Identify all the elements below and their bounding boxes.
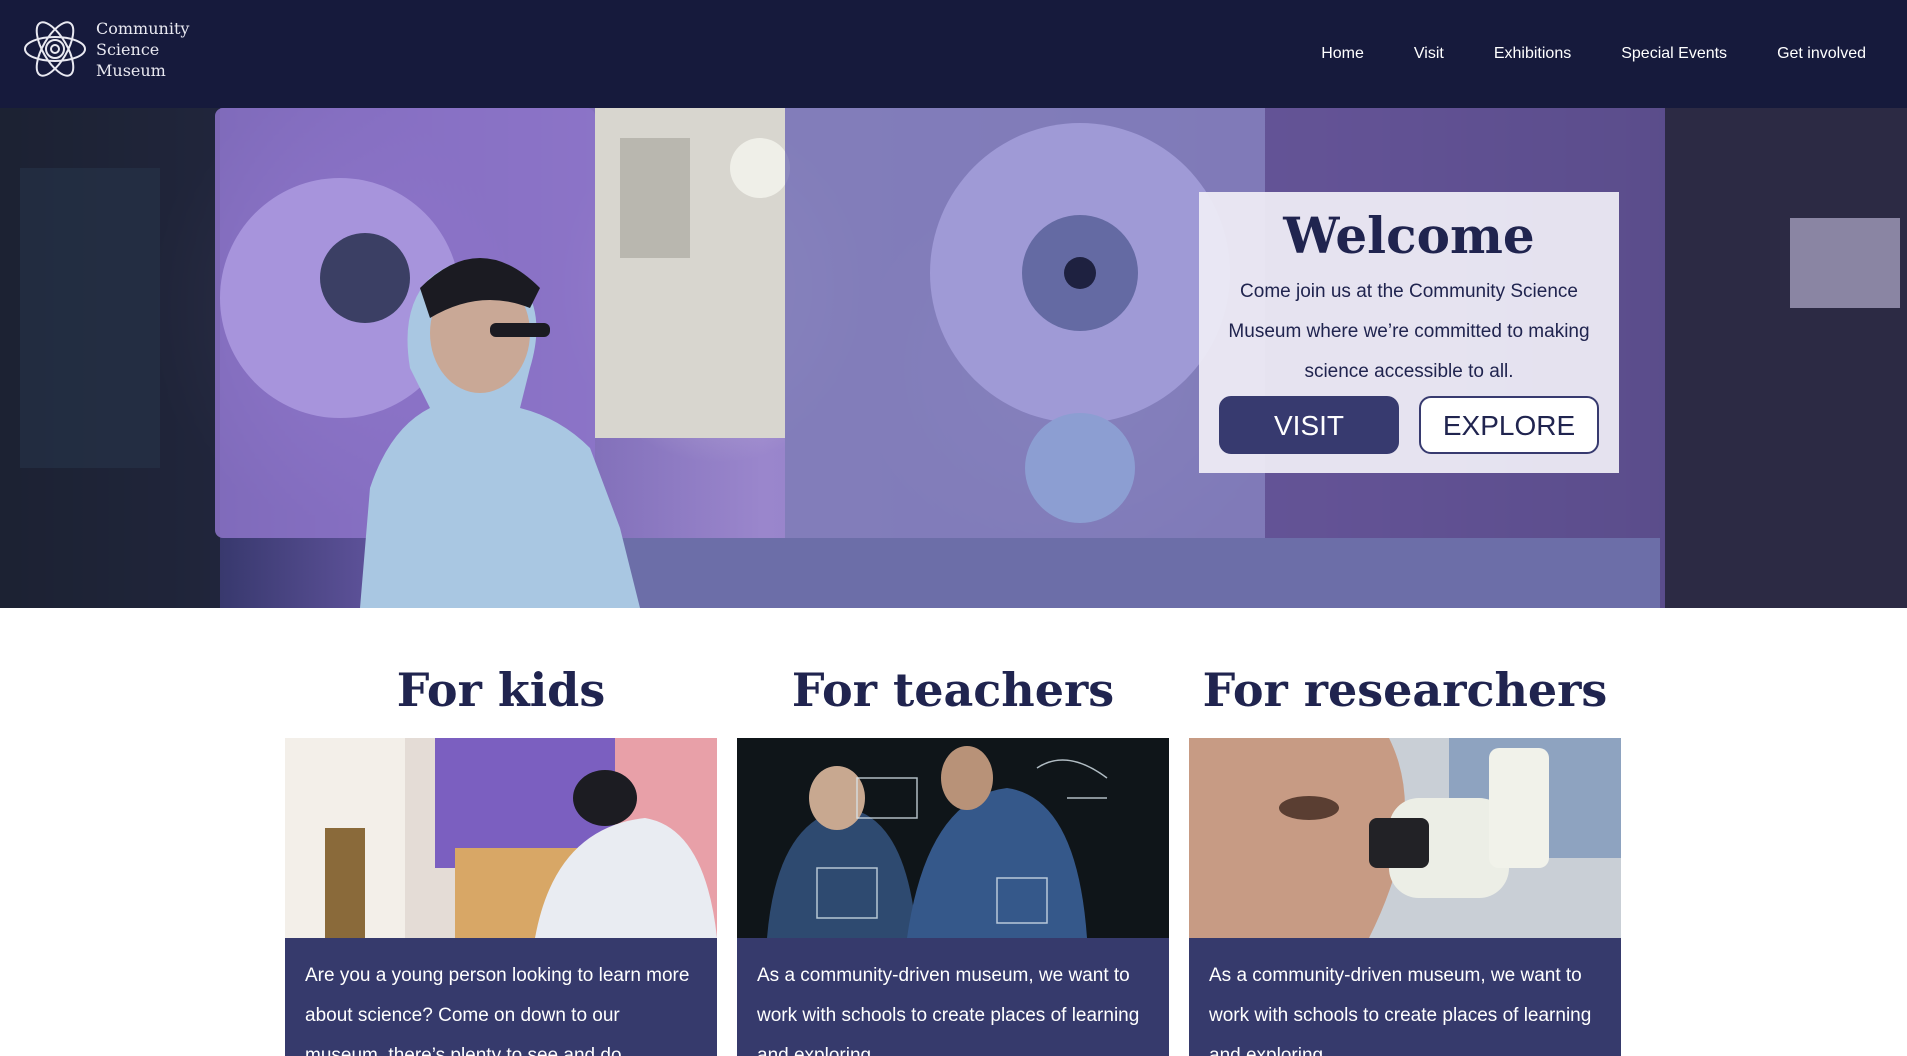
nav-exhibitions[interactable]: Exhibitions <box>1494 45 1571 63</box>
kids-card: For kids Are you a young person looking … <box>285 608 717 1056</box>
researchers-photo <box>1189 738 1621 938</box>
brand-name-line: Museum <box>96 60 166 80</box>
welcome-title: Welcome <box>1283 206 1535 265</box>
nav-home[interactable]: Home <box>1321 45 1364 63</box>
main-nav: Home Visit Exhibitions Special Events Ge… <box>1271 0 1866 108</box>
explore-button[interactable]: EXPLORE <box>1419 396 1599 454</box>
kids-description: Are you a young person looking to learn … <box>285 938 717 1056</box>
nav-visit[interactable]: Visit <box>1414 45 1444 63</box>
kids-heading: For kids <box>396 663 606 717</box>
researchers-heading: For researchers <box>1202 663 1608 717</box>
researchers-description: As a community-driven museum, we want to… <box>1189 938 1621 1056</box>
visit-button[interactable]: VISIT <box>1219 396 1399 454</box>
brand-name: Community Science Museum <box>96 18 189 81</box>
kids-photo <box>285 738 717 938</box>
audience-section: For kids Are you a young person looking … <box>285 608 1622 1056</box>
logo[interactable]: Community Science Museum <box>20 16 189 82</box>
atom-icon <box>24 21 86 77</box>
teachers-photo <box>737 738 1169 938</box>
welcome-text: Come join us at the Community Science Mu… <box>1228 281 1590 382</box>
hero-photo <box>0 108 1907 608</box>
teachers-description: As a community-driven museum, we want to… <box>737 938 1169 1056</box>
teachers-heading: For teachers <box>791 663 1115 717</box>
brand-name-line: Science <box>96 39 160 59</box>
brand-name-line: Community <box>96 18 190 38</box>
nav-special-events[interactable]: Special Events <box>1621 45 1727 63</box>
site-header: Community Science Museum Home Visit Exhi… <box>0 0 1907 108</box>
hero-banner: Welcome Come join us at the Community Sc… <box>0 108 1907 608</box>
teachers-card: For teachers As a community-driven museu… <box>737 608 1169 1056</box>
nav-get-involved[interactable]: Get involved <box>1777 45 1866 63</box>
welcome-card: Welcome Come join us at the Community Sc… <box>1199 192 1619 473</box>
researchers-card: For researchers As a community-driven mu… <box>1189 608 1621 1056</box>
